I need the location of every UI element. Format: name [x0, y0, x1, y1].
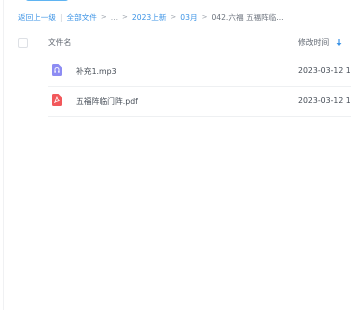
- column-header-name[interactable]: 文件名: [48, 37, 71, 48]
- breadcrumb-back-link[interactable]: 返回上一级: [18, 12, 56, 23]
- breadcrumb-divider: |: [59, 12, 63, 22]
- file-name[interactable]: 补充1.mp3: [76, 66, 117, 77]
- breadcrumb-folder-03[interactable]: 03月: [180, 12, 197, 23]
- breadcrumb-folder-2023[interactable]: 2023上新: [132, 12, 167, 23]
- audio-file-icon: [52, 64, 62, 76]
- column-header-modified-label: 修改时间: [298, 38, 330, 47]
- breadcrumb-all-files[interactable]: 全部文件: [67, 12, 97, 23]
- chevron-right-icon: >: [170, 13, 177, 21]
- file-modified-date: 2023-03-12 10: [298, 96, 351, 105]
- breadcrumb: 返回上一级 | 全部文件 > ... > 2023上新 > 03月 > 042.…: [18, 10, 284, 24]
- file-modified-date: 2023-03-12 10: [298, 66, 351, 75]
- file-name[interactable]: 五福阵临门阵.pdf: [76, 96, 138, 107]
- table-header: 文件名 修改时间: [14, 30, 351, 56]
- file-browser-page: 返回上一级 | 全部文件 > ... > 2023上新 > 03月 > 042.…: [0, 0, 351, 310]
- table-row[interactable]: 补充1.mp3 2023-03-12 10: [48, 56, 351, 87]
- pdf-file-icon: [52, 94, 62, 106]
- breadcrumb-ellipsis[interactable]: ...: [111, 13, 118, 22]
- chevron-right-icon: >: [201, 13, 208, 21]
- column-header-modified[interactable]: 修改时间: [298, 37, 342, 48]
- chevron-right-icon: >: [122, 13, 128, 21]
- table-row[interactable]: 五福阵临门阵.pdf 2023-03-12 10: [48, 86, 351, 117]
- toolbar-button-fragment[interactable]: [25, 0, 69, 1]
- chevron-right-icon: >: [100, 13, 107, 21]
- panel-divider: [3, 0, 4, 310]
- select-all-checkbox[interactable]: [18, 38, 28, 48]
- breadcrumb-current: 042.六福 五福阵临...: [211, 12, 284, 22]
- sort-descending-icon: [336, 39, 342, 46]
